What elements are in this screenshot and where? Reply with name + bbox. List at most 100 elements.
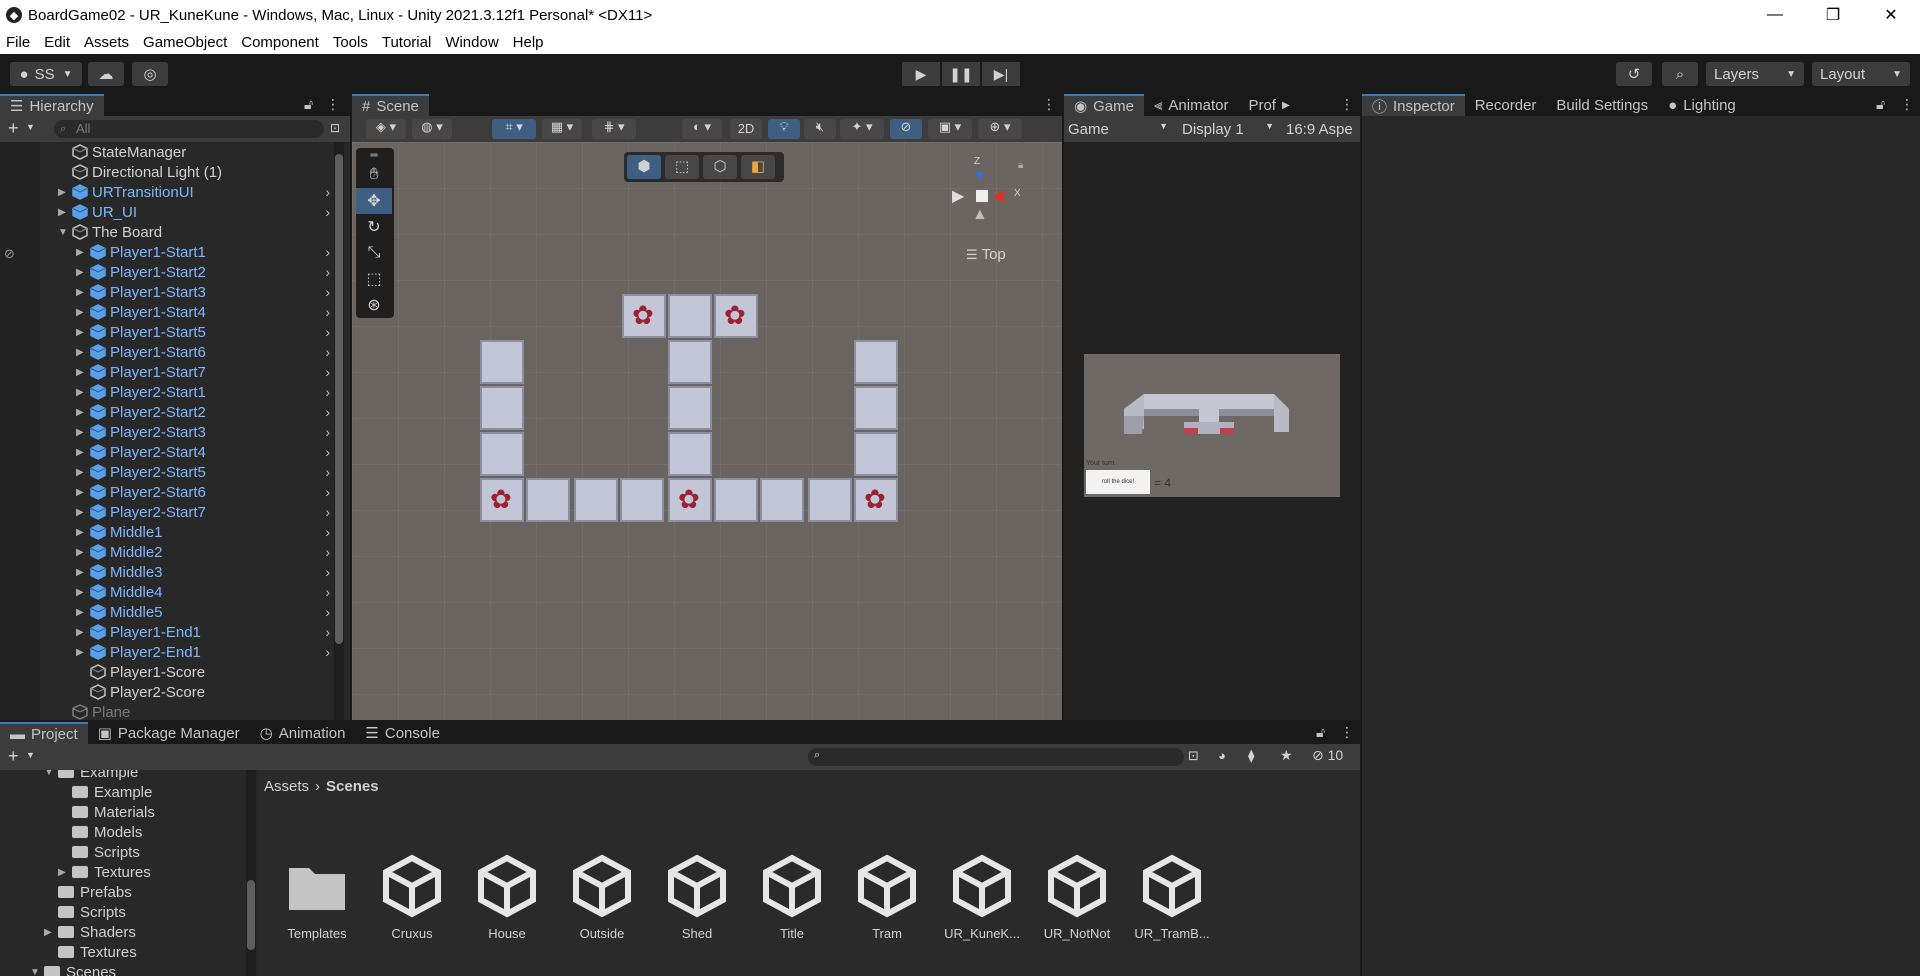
expand-right-icon[interactable]: ▶ <box>76 607 90 618</box>
hierarchy-scrollbar[interactable] <box>334 142 344 720</box>
hierarchy-item[interactable]: ▶ Player1-Start2 › <box>40 262 336 282</box>
hierarchy-item[interactable]: ▶ Player1-Start6 › <box>40 342 336 362</box>
board-tile[interactable] <box>480 340 524 384</box>
hierarchy-item[interactable]: ▶ Middle2 › <box>40 542 336 562</box>
expand-right-icon[interactable]: ▶ <box>44 927 58 938</box>
breadcrumb-assets[interactable]: Assets <box>264 778 309 795</box>
gizmos-button[interactable]: ⊕ ▾ <box>978 119 1022 139</box>
expand-down-icon[interactable]: ▼ <box>44 770 58 778</box>
asset-scene[interactable]: Cruxus <box>367 854 457 941</box>
open-prefab-arrow-icon[interactable]: › <box>325 624 330 640</box>
iso-cube-icon[interactable]: ⬡ <box>703 155 737 179</box>
hierarchy-item[interactable]: ▶ Middle1 › <box>40 522 336 542</box>
drag-handle-icon[interactable]: ═ <box>356 148 392 162</box>
hierarchy-item[interactable]: Plane <box>40 702 336 720</box>
menu-assets[interactable]: Assets <box>84 34 129 51</box>
lock-icon[interactable]: 🔓︎ <box>1876 96 1885 113</box>
add-button[interactable]: + <box>8 118 19 139</box>
expand-right-icon[interactable]: ▶ <box>76 567 90 578</box>
hierarchy-item[interactable]: ▶ Player1-Start3 › <box>40 282 336 302</box>
hierarchy-item[interactable]: ▶ Player1-End1 › <box>40 622 336 642</box>
open-prefab-arrow-icon[interactable]: › <box>325 484 330 500</box>
search-button[interactable]: ⌕ <box>1662 62 1698 86</box>
grid-snap-button[interactable]: ⌗ ▾ <box>492 119 536 139</box>
hierarchy-item[interactable]: ▶ Player2-Start6 › <box>40 482 336 502</box>
menu-window[interactable]: Window <box>445 34 498 51</box>
orientation-gizmo[interactable]: Z ▼ ▲ ▶ ◀ X 🔒︎ <box>952 156 1032 236</box>
panel-menu-icon[interactable]: ⋮ <box>326 96 340 113</box>
menu-file[interactable]: File <box>6 34 30 51</box>
board-tile[interactable] <box>854 478 898 522</box>
open-prefab-arrow-icon[interactable]: › <box>325 264 330 280</box>
favorite-star-icon[interactable]: ★ <box>1280 747 1293 764</box>
expand-down-icon[interactable]: ▼ <box>58 227 72 238</box>
board-tile[interactable] <box>526 478 570 522</box>
expand-right-icon[interactable]: ▶ <box>76 387 90 398</box>
board-tile[interactable] <box>714 294 758 338</box>
expand-right-icon[interactable]: ▶ <box>76 327 90 338</box>
expand-right-icon[interactable]: ▶ <box>76 487 90 498</box>
expand-right-icon[interactable]: ▶ <box>76 507 90 518</box>
board-tile[interactable] <box>668 340 712 384</box>
expand-right-icon[interactable]: ▶ <box>76 367 90 378</box>
scrollbar-thumb[interactable] <box>247 880 255 950</box>
shaded-cube-icon[interactable]: ◧ <box>741 155 775 179</box>
menu-gameobject[interactable]: GameObject <box>143 34 227 51</box>
open-prefab-arrow-icon[interactable]: › <box>325 364 330 380</box>
perspective-cube-icon[interactable]: ⬢ <box>627 155 661 179</box>
hierarchy-item[interactable]: ▶ Middle5 › <box>40 602 336 622</box>
expand-right-icon[interactable]: ▶ <box>76 627 90 638</box>
asset-folder[interactable]: Templates <box>272 854 362 941</box>
folder-tree-item[interactable]: ▶ Textures <box>0 862 244 882</box>
expand-right-icon[interactable]: ▶ <box>76 647 90 658</box>
gizmo-lock-icon[interactable]: 🔒︎ <box>1018 160 1023 171</box>
tab-package-manager[interactable]: ▣ Package Manager <box>88 722 250 744</box>
asset-scene[interactable]: Outside <box>557 854 647 941</box>
panel-menu-icon[interactable]: ⋮ <box>1340 724 1354 741</box>
expand-right-icon[interactable]: ▶ <box>76 267 90 278</box>
menu-edit[interactable]: Edit <box>44 34 70 51</box>
hierarchy-item[interactable]: ▶ Player2-Start7 › <box>40 502 336 522</box>
grid-button[interactable]: ▦ ▾ <box>542 119 582 139</box>
folder-tree-item[interactable]: Materials <box>0 802 244 822</box>
expand-right-icon[interactable]: ▶ <box>76 447 90 458</box>
lock-icon[interactable]: 🔓︎ <box>304 96 313 113</box>
panel-menu-icon[interactable]: ⋮ <box>1042 96 1056 113</box>
open-prefab-arrow-icon[interactable]: › <box>325 324 330 340</box>
open-prefab-arrow-icon[interactable]: › <box>325 184 330 200</box>
tab-animation[interactable]: ◷ Animation <box>250 722 356 744</box>
board-tile[interactable] <box>480 432 524 476</box>
asset-scene[interactable]: UR_TramB... <box>1127 854 1217 941</box>
board-tile[interactable] <box>622 294 666 338</box>
panel-menu-icon[interactable]: ⋮ <box>1900 96 1914 113</box>
hierarchy-item[interactable]: ▶ Middle4 › <box>40 582 336 602</box>
folder-tree-item[interactable]: Models <box>0 822 244 842</box>
tab-console[interactable]: ☰ Console <box>355 722 450 744</box>
tag-icon[interactable]: ⧫ <box>1248 748 1254 764</box>
account-dropdown[interactable]: ● SS ▼ <box>10 62 82 86</box>
hierarchy-item[interactable]: ▼ The Board <box>40 222 336 242</box>
board-tile[interactable] <box>854 340 898 384</box>
hidden-packages-toggle[interactable]: ⊘ 10 <box>1312 747 1343 764</box>
board-tile[interactable] <box>668 478 712 522</box>
open-prefab-arrow-icon[interactable]: › <box>325 384 330 400</box>
layers-dropdown[interactable]: Layers ▼ <box>1706 62 1804 86</box>
board-tile[interactable] <box>668 294 712 338</box>
hierarchy-item[interactable]: Player2-Score <box>40 682 336 702</box>
folder-tree-item[interactable]: Example <box>0 782 244 802</box>
asset-scene[interactable]: UR_KuneK... <box>937 854 1027 941</box>
hierarchy-item[interactable]: ▶ Player1-Start7 › <box>40 362 336 382</box>
hierarchy-item[interactable]: StateManager <box>40 142 336 162</box>
scene-viewport[interactable]: ═ ✋︎ ✥ ↻ ⤡ ⬚ ⊛ ⬢ ⬚ ⬡ ◧ Z ▼ ▲ ▶ ◀ X 🔒︎ ☰ … <box>352 142 1062 720</box>
board-tile[interactable] <box>480 386 524 430</box>
open-prefab-arrow-icon[interactable]: › <box>325 204 330 220</box>
toggle-2d-button[interactable]: 2D <box>730 119 762 139</box>
open-prefab-arrow-icon[interactable]: › <box>325 644 330 660</box>
cloud-button[interactable]: ☁ <box>88 62 124 86</box>
hierarchy-item[interactable]: Player1-Score <box>40 662 336 682</box>
scrollbar-thumb[interactable] <box>335 154 343 644</box>
display-select[interactable]: Display 1 ▼ <box>1174 121 1280 138</box>
step-button[interactable]: ▶| <box>982 62 1020 86</box>
expand-right-icon[interactable]: ▶ <box>76 247 90 258</box>
open-prefab-arrow-icon[interactable]: › <box>325 424 330 440</box>
